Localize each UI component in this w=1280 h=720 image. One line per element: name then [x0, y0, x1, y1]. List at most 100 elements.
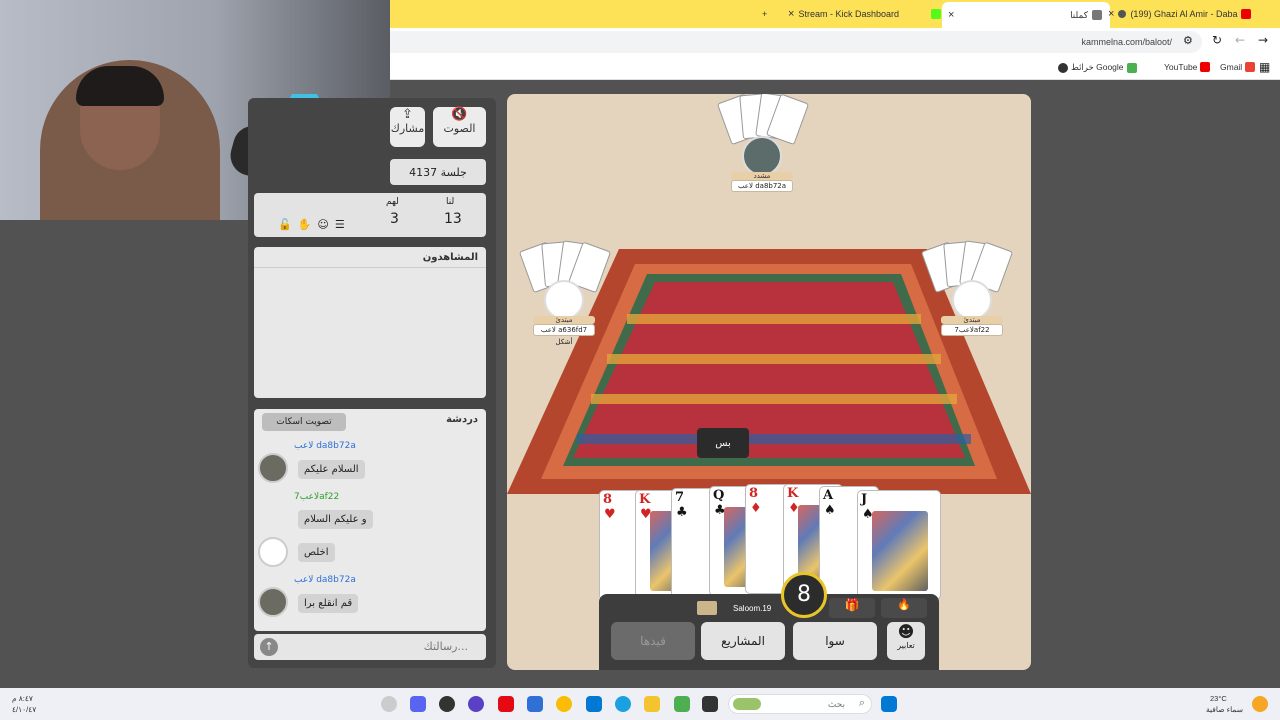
- avatar[interactable]: [258, 537, 288, 567]
- flame-icon[interactable]: 🔥: [881, 598, 927, 618]
- bookmarks-bar: خرائط Google YouTube Gmail ▦: [390, 55, 1280, 80]
- url-text[interactable]: kammelna.com/baloot/: [1081, 37, 1172, 47]
- bookmark-google-maps[interactable]: خرائط Google: [1058, 62, 1137, 73]
- watchers-panel: المشاهدون: [254, 247, 486, 398]
- weather-temp: 23°C: [1210, 694, 1227, 703]
- divider: [254, 267, 486, 268]
- new-tab-button[interactable]: +: [762, 4, 767, 24]
- chat-panel: دردشة تصويت اسكات لاعب da8b72a السلام عل…: [254, 409, 486, 631]
- mute-vote-button[interactable]: تصويت اسكات: [262, 413, 346, 431]
- avatar[interactable]: [258, 587, 288, 617]
- emoji-icon[interactable]: ☺: [317, 218, 328, 231]
- badge-icon: [697, 598, 717, 618]
- app-icon[interactable]: [468, 696, 484, 712]
- netflix-icon[interactable]: [498, 696, 514, 712]
- avatar: [952, 280, 992, 320]
- chat-input[interactable]: ↑ رسالتك...: [254, 634, 486, 660]
- chat-message: السلام عليكم: [298, 460, 365, 479]
- chrome-icon[interactable]: [556, 696, 572, 712]
- bookmark-gmail[interactable]: Gmail: [1220, 62, 1256, 72]
- weather-widget-icon: [733, 698, 761, 710]
- chat-message: و عليكم السلام: [298, 510, 373, 529]
- emotes-button[interactable]: ☻ تعابير: [887, 622, 925, 660]
- send-arrow-icon[interactable]: ↑: [260, 638, 278, 656]
- tab-kammelna[interactable]: × كملنا: [942, 2, 1110, 28]
- sound-button[interactable]: 🔇 الصوت: [433, 107, 486, 147]
- avatar[interactable]: [258, 453, 288, 483]
- streamer-hair: [76, 66, 164, 106]
- kammelna-icon: [1092, 10, 1102, 20]
- tab-youtube[interactable]: × (199) Ghazi Al Amir - Daba: [1108, 4, 1258, 24]
- audio-icon: [1118, 10, 1127, 18]
- my-name: Saloom.19: [733, 603, 772, 613]
- player-top[interactable]: مشدد لاعب da8b72a: [731, 136, 793, 192]
- edge-icon[interactable]: [615, 696, 631, 712]
- omnibox[interactable]: [390, 31, 1202, 53]
- taskbar: ٨:٤٧ م ٤/١٠/٤٧ بحث ⌕ 23°C سماء صافية: [0, 688, 1280, 720]
- list-icon[interactable]: ☰: [335, 218, 345, 231]
- chat-username[interactable]: لاعب da8b72a: [294, 441, 356, 451]
- share-icon: ⇪: [402, 107, 413, 122]
- folder-icon[interactable]: [644, 696, 660, 712]
- card-face-art: [872, 511, 928, 591]
- site-settings-icon[interactable]: ⚙: [1183, 34, 1193, 47]
- chat-placeholder: رسالتك...: [423, 640, 468, 653]
- player-right[interactable]: مبتدئ لاعب7af22: [941, 280, 1003, 336]
- app-icon[interactable]: [674, 696, 690, 712]
- gmail-icon: [1245, 62, 1256, 72]
- forward-icon[interactable]: ←: [1235, 33, 1245, 47]
- kick-icon: [930, 9, 941, 19]
- watchers-title: المشاهدون: [422, 252, 478, 263]
- address-bar-row: kammelna.com/baloot/ ⚙ ↻ ← →: [390, 28, 1280, 55]
- app-icon[interactable]: [527, 696, 543, 712]
- youtube-icon: [1241, 9, 1252, 19]
- hand-card[interactable]: J ♠: [857, 490, 941, 600]
- gift-icon[interactable]: 🎁: [829, 598, 875, 618]
- share-button[interactable]: ⇪ مشارك: [390, 107, 425, 147]
- taskbar-search[interactable]: بحث ⌕: [728, 694, 872, 714]
- us-label: لنا: [446, 197, 455, 207]
- sawa-button[interactable]: سوا: [793, 622, 877, 660]
- turn-timer: 8: [781, 572, 827, 618]
- chat-title: دردشة: [446, 414, 478, 425]
- obs-icon[interactable]: [439, 696, 455, 712]
- back-icon[interactable]: →: [1258, 33, 1268, 47]
- windows-start-icon[interactable]: [881, 696, 897, 712]
- projects-button[interactable]: المشاريع: [701, 622, 785, 660]
- chat-username[interactable]: لاعب da8b72a: [294, 575, 356, 585]
- avatar: [742, 136, 782, 176]
- smiley-icon: ☻: [897, 622, 915, 641]
- settings-icon[interactable]: [381, 696, 397, 712]
- maps-pin-icon: [1126, 62, 1137, 73]
- player-note: أشكل: [555, 338, 573, 346]
- tab-kick-dashboard[interactable]: × Stream - Kick Dashboard: [788, 4, 941, 24]
- apps-grid-icon[interactable]: ▦: [1259, 60, 1270, 74]
- session-label: جلسة 4137: [390, 159, 486, 185]
- hand-icon[interactable]: ✋: [298, 218, 312, 231]
- maps-globe-icon: [1058, 62, 1068, 73]
- close-icon[interactable]: ×: [948, 9, 954, 21]
- weather-desc: سماء صافية: [1206, 705, 1244, 714]
- them-label: لهم: [386, 197, 399, 207]
- bid-bubble: بس: [697, 428, 749, 458]
- clock-time: ٨:٤٧ م: [12, 694, 33, 703]
- youtube-icon: [1200, 62, 1211, 72]
- score-tools: 🔓 ✋ ☺ ☰: [278, 218, 345, 231]
- us-score: 13: [444, 211, 462, 227]
- chat-username[interactable]: لاعب7af22: [294, 492, 339, 502]
- reload-icon[interactable]: ↻: [1212, 33, 1222, 47]
- terminal-icon[interactable]: [702, 696, 718, 712]
- bookmark-youtube[interactable]: YouTube: [1164, 62, 1211, 72]
- tab-bar: + × Stream - Kick Dashboard × كملنا × (1…: [390, 0, 1280, 28]
- store-icon[interactable]: [586, 696, 602, 712]
- close-icon[interactable]: ×: [788, 8, 794, 20]
- discord-icon[interactable]: [410, 696, 426, 712]
- them-score: 3: [390, 211, 399, 227]
- chat-message: قم انقلع برا: [298, 594, 359, 613]
- close-icon[interactable]: ×: [1108, 8, 1114, 20]
- qaydha-button[interactable]: قيدها: [611, 622, 695, 660]
- player-left[interactable]: مبتدئ لاعب a636fd7 أشكل: [533, 280, 595, 346]
- clock-date: ٤/١٠/٤٧: [12, 705, 37, 714]
- sun-icon: [1252, 696, 1268, 712]
- lock-icon[interactable]: 🔓: [278, 218, 292, 231]
